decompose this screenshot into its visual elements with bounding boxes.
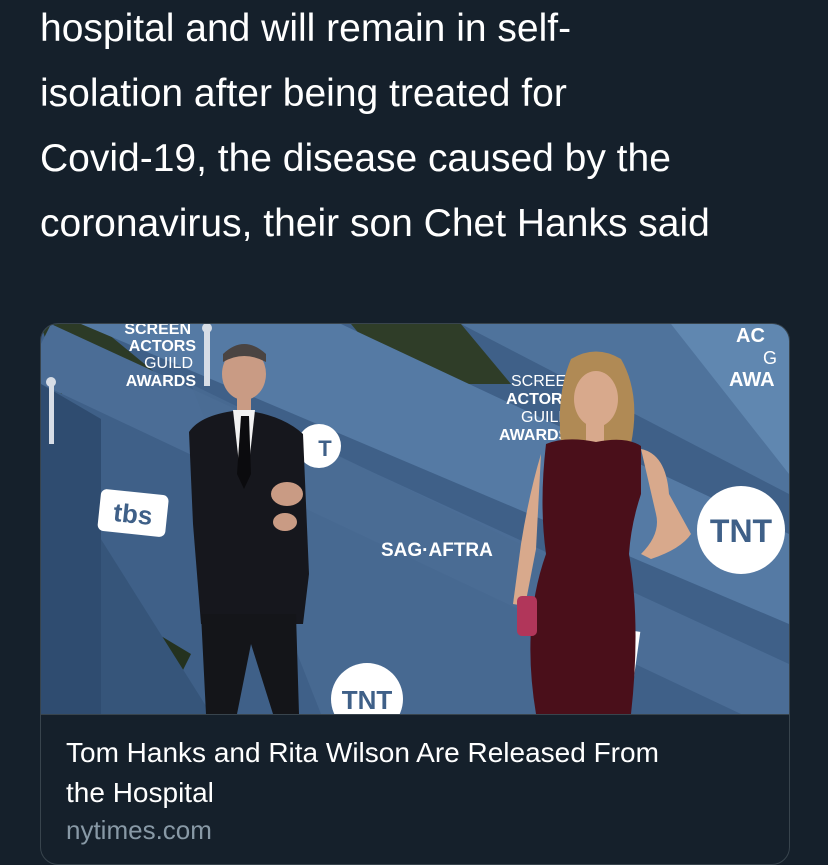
link-card-title-line: the Hospital — [66, 777, 214, 808]
svg-text:tbs: tbs — [112, 497, 154, 531]
svg-text:SCREEN: SCREEN — [124, 324, 191, 338]
svg-text:AC: AC — [736, 325, 765, 347]
tweet-text: hospital and will remain in self- isolat… — [40, 0, 800, 256]
svg-text:TNT: TNT — [342, 685, 393, 714]
link-card-title[interactable]: Tom Hanks and Rita Wilson Are Released F… — [66, 733, 766, 813]
svg-text:GUILD: GUILD — [144, 355, 193, 372]
tweet-text-line: isolation after being treated for — [40, 72, 567, 115]
svg-text:ACTORS: ACTORS — [129, 338, 197, 355]
svg-text:TNT: TNT — [710, 513, 773, 549]
svg-text:AWA: AWA — [729, 369, 775, 391]
svg-text:T: T — [318, 436, 332, 461]
tweet-text-line: coronavirus, their son Chet Hanks said — [40, 202, 710, 245]
tbs-logo: tbs — [97, 489, 169, 537]
tnt-logo-right: TNT — [697, 486, 785, 574]
svg-text:AWARDS: AWARDS — [126, 373, 197, 390]
tweet-text-line: Covid-19, the disease caused by the — [40, 137, 671, 180]
link-card[interactable]: SCREEN ACTORS GUILD AWARDS SCREEN ACTORS… — [40, 323, 790, 865]
link-card-body[interactable]: Tom Hanks and Rita Wilson Are Released F… — [41, 714, 789, 864]
sag-aftra-logo: SAG·AFTRA — [381, 540, 493, 561]
link-card-domain: nytimes.com — [66, 815, 212, 845]
link-card-title-line: Tom Hanks and Rita Wilson Are Released F… — [66, 737, 659, 768]
tweet-text-line: hospital and will remain in self- — [40, 7, 572, 50]
link-card-image[interactable]: SCREEN ACTORS GUILD AWARDS SCREEN ACTORS… — [41, 324, 789, 714]
svg-text:G: G — [763, 348, 777, 368]
red-carpet-photo: SCREEN ACTORS GUILD AWARDS SCREEN ACTORS… — [41, 324, 789, 714]
